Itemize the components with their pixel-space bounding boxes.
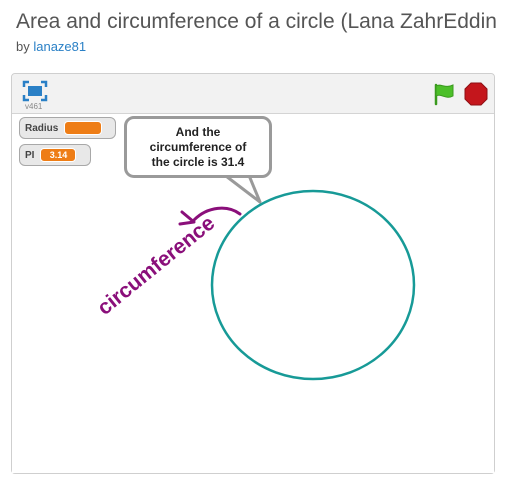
pi-monitor: PI 3.14 <box>19 144 91 166</box>
pi-monitor-label: PI <box>25 149 35 161</box>
stage[interactable]: Radius PI 3.14 And the circumference of … <box>12 114 494 473</box>
speech-text: And the circumference of the circle is 3… <box>150 125 247 170</box>
radius-monitor-label: Radius <box>25 122 59 134</box>
green-flag-icon[interactable] <box>432 82 456 106</box>
circumference-label: circumference <box>93 211 220 320</box>
player-controls: v461 <box>12 74 494 114</box>
pi-monitor-value: 3.14 <box>40 148 77 162</box>
by-prefix: by <box>16 39 34 54</box>
version-label: v461 <box>25 102 43 111</box>
author-link[interactable]: lanaze81 <box>33 39 86 54</box>
speech-line-3: the circle is 31.4 <box>151 154 245 169</box>
project-player: v461 Radius PI 3.14 And the circumferenc… <box>11 73 495 474</box>
stop-icon[interactable] <box>464 82 488 106</box>
project-title: Area and circumference of a circle (Lana… <box>16 10 496 33</box>
circle-drawing <box>210 189 416 381</box>
speech-bubble: And the circumference of the circle is 3… <box>124 116 272 178</box>
fullscreen-icon[interactable] <box>22 80 48 102</box>
speech-line-2: circumference of <box>149 139 247 154</box>
radius-monitor: Radius <box>19 117 116 139</box>
radius-monitor-value <box>64 121 103 135</box>
byline: by lanaze81 <box>16 39 86 54</box>
speech-line-1: And the <box>175 124 221 139</box>
